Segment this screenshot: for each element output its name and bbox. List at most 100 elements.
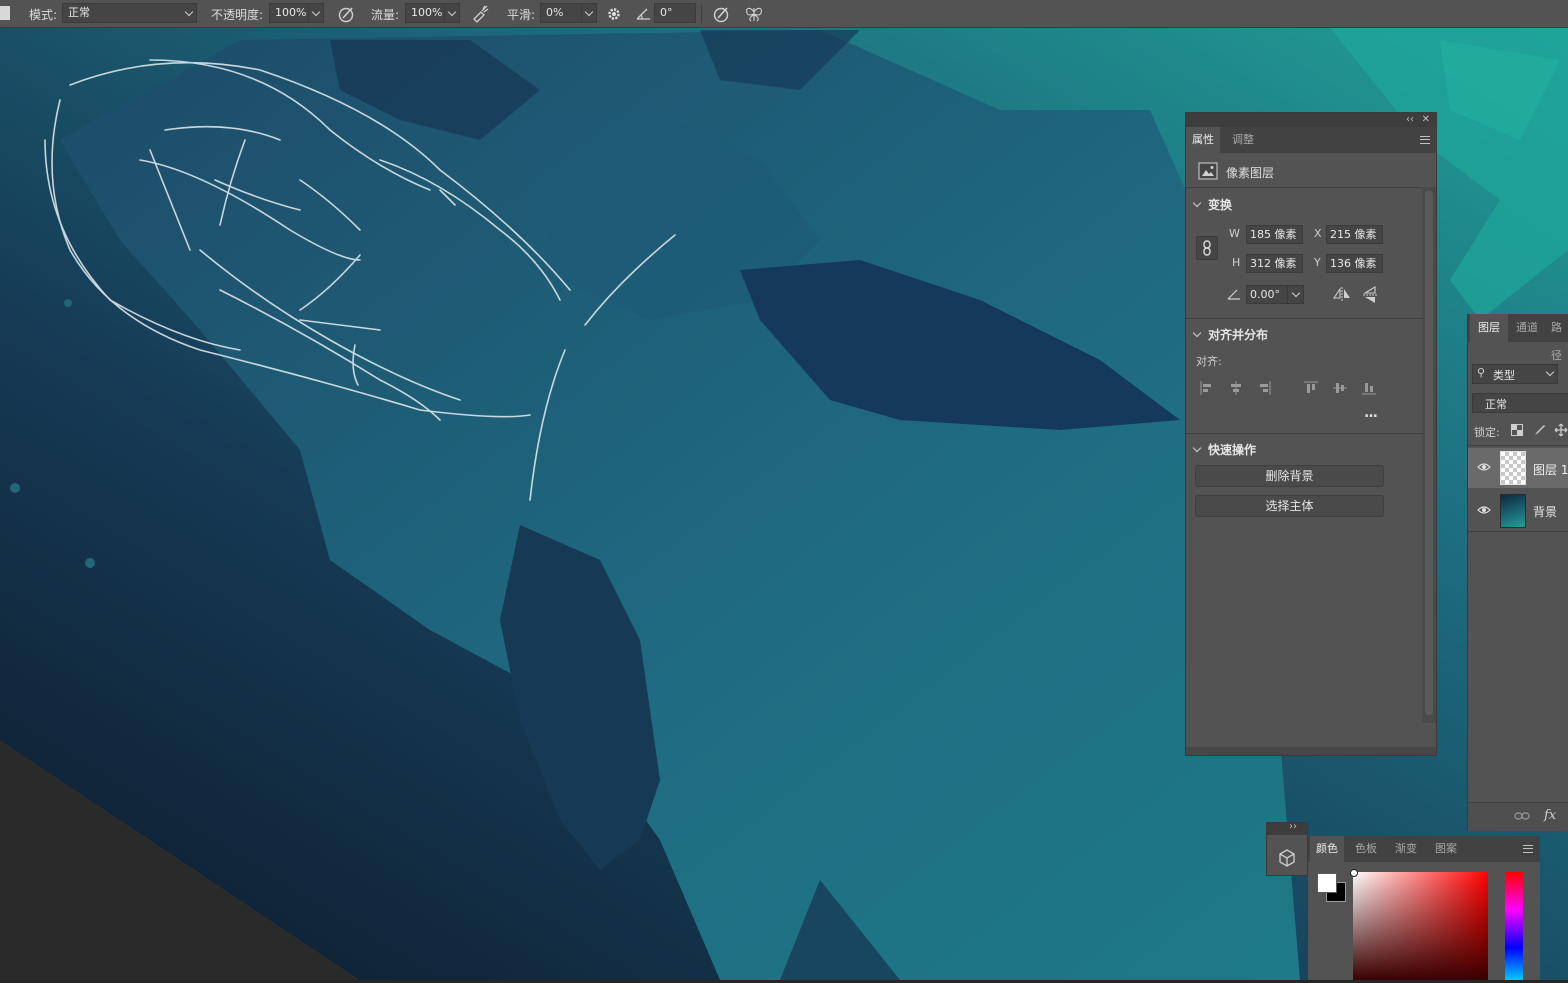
smoothing-value: 0%: [546, 6, 564, 19]
height-input[interactable]: 312 像素: [1246, 254, 1303, 273]
blend-mode-value: 正常: [1485, 398, 1507, 411]
flip-horizontal-icon[interactable]: [1333, 286, 1351, 302]
chevron-down-icon: [584, 7, 594, 17]
mode-value: 正常: [68, 6, 90, 19]
tab-paths[interactable]: 路径: [1545, 314, 1568, 362]
smoothing-input[interactable]: 0%: [540, 3, 582, 23]
panel-menu-icon[interactable]: [1523, 845, 1533, 853]
quick-actions-title: 快速操作: [1208, 443, 1257, 457]
dock-titlebar[interactable]: ››: [1267, 821, 1307, 835]
close-icon[interactable]: ✕: [1422, 113, 1430, 126]
options-bar: 模式: 正常 不透明度: 100% 流量: 100% 平滑: 0% 0°: [0, 0, 1568, 28]
align-vertical-center-icon[interactable]: [1333, 381, 1347, 395]
smoothing-dropdown[interactable]: [581, 3, 597, 23]
properties-panel: ‹‹ ✕ 属性 调整 像素图层 变换 W 185 像素 X 215 像素 H 3…: [1185, 112, 1437, 756]
tab-layers[interactable]: 图层: [1470, 314, 1508, 342]
tab-channels[interactable]: 通道: [1510, 314, 1544, 342]
align-horizontal-center-icon[interactable]: [1229, 381, 1243, 395]
divider: [1468, 531, 1568, 532]
color-tabs: 颜色 色板 渐变 图案: [1308, 836, 1540, 862]
chevron-down-icon: [1192, 198, 1202, 208]
flow-value: 100%: [411, 6, 443, 19]
saturation-brightness-picker[interactable]: [1350, 869, 1488, 980]
link-layers-icon[interactable]: [1514, 811, 1530, 821]
tool-preset-icon[interactable]: [0, 6, 10, 20]
tab-color[interactable]: 颜色: [1310, 836, 1344, 862]
flow-dropdown[interactable]: [444, 3, 460, 23]
foreground-color-swatch[interactable]: [1317, 873, 1337, 893]
layers-tabs: 图层 通道 路径: [1468, 314, 1568, 362]
height-label: H: [1232, 256, 1241, 269]
panel-menu-icon[interactable]: [1420, 136, 1430, 144]
angle-input[interactable]: 0.00°: [1246, 285, 1288, 304]
chevron-down-icon: [1192, 328, 1202, 338]
opacity-dropdown[interactable]: [308, 3, 324, 23]
lock-image-pixels-icon[interactable]: [1533, 423, 1547, 437]
angle-dropdown[interactable]: [1287, 285, 1304, 304]
align-top-icon[interactable]: [1304, 381, 1318, 395]
lock-transparent-pixels-icon[interactable]: [1511, 424, 1523, 436]
properties-scrollbar[interactable]: [1422, 187, 1436, 723]
3d-cube-icon[interactable]: [1277, 848, 1297, 868]
layers-panel: 图层 通道 路径 ⚲ 类型 正常 锁定: 图层 1 背景 fx: [1467, 314, 1568, 831]
symmetry-butterfly-icon[interactable]: [743, 3, 765, 25]
expand-icon[interactable]: ››: [1289, 821, 1297, 832]
eye-icon[interactable]: [1477, 462, 1491, 472]
color-picker-handle[interactable]: [1350, 869, 1358, 877]
align-section-header[interactable]: 对齐并分布: [1192, 326, 1268, 343]
divider: [1186, 433, 1422, 434]
tab-properties[interactable]: 属性: [1186, 127, 1220, 153]
y-label: Y: [1314, 256, 1321, 269]
panel-resize-handle[interactable]: [1186, 747, 1436, 755]
airbrush-icon[interactable]: [469, 3, 491, 25]
hue-slider[interactable]: [1505, 872, 1523, 980]
chevron-down-icon: [1192, 443, 1202, 453]
search-icon: ⚲: [1477, 366, 1486, 379]
x-input[interactable]: 215 像素: [1326, 225, 1383, 244]
opacity-input[interactable]: 100%: [269, 3, 309, 23]
tab-patterns[interactable]: 图案: [1429, 836, 1463, 862]
angle-input[interactable]: 0°: [654, 3, 696, 23]
scrollbar-thumb[interactable]: [1425, 191, 1433, 715]
mode-select[interactable]: 正常: [62, 3, 197, 23]
tab-gradients[interactable]: 渐变: [1389, 836, 1423, 862]
transform-section-header[interactable]: 变换: [1192, 196, 1233, 213]
pressure-opacity-icon[interactable]: [335, 3, 357, 25]
tab-swatches[interactable]: 色板: [1349, 836, 1383, 862]
smoothing-label: 平滑:: [507, 7, 536, 22]
layer-row[interactable]: 背景: [1468, 490, 1568, 530]
lock-label: 锁定:: [1474, 426, 1500, 439]
rotate-angle-icon: [1227, 289, 1240, 300]
pixel-layer-icon: [1198, 162, 1218, 180]
align-bottom-icon[interactable]: [1362, 381, 1376, 395]
layer-row[interactable]: 图层 1: [1468, 448, 1568, 488]
layer-name: 图层 1: [1533, 463, 1568, 477]
flip-vertical-icon[interactable]: [1362, 286, 1378, 304]
align-left-icon[interactable]: [1200, 381, 1214, 395]
align-label: 对齐:: [1196, 355, 1222, 368]
chain-link-icon: [1203, 240, 1211, 256]
select-subject-button[interactable]: 选择主体: [1195, 495, 1384, 517]
blend-mode-select[interactable]: 正常: [1472, 393, 1568, 413]
pressure-size-icon[interactable]: [710, 3, 732, 25]
more-options-button[interactable]: ...: [1364, 405, 1378, 421]
eye-icon[interactable]: [1477, 505, 1491, 515]
link-dimensions-button[interactable]: [1196, 236, 1218, 260]
layer-effects-icon[interactable]: fx: [1544, 808, 1556, 823]
width-input[interactable]: 185 像素: [1246, 225, 1303, 244]
lock-position-icon[interactable]: [1554, 423, 1568, 437]
collapse-icon[interactable]: ‹‹: [1406, 113, 1414, 126]
divider: [1468, 445, 1568, 446]
align-right-icon[interactable]: [1257, 381, 1271, 395]
tab-adjustments[interactable]: 调整: [1226, 127, 1260, 153]
panel-titlebar[interactable]: ‹‹ ✕: [1186, 113, 1436, 127]
collapsed-dock: ››: [1266, 821, 1308, 876]
layer-filter-select[interactable]: ⚲ 类型: [1472, 364, 1558, 384]
flow-input[interactable]: 100%: [405, 3, 445, 23]
y-input[interactable]: 136 像素: [1326, 254, 1383, 273]
quick-actions-section-header[interactable]: 快速操作: [1192, 441, 1257, 458]
transform-title: 变换: [1208, 198, 1233, 212]
chevron-down-icon: [1291, 288, 1301, 298]
remove-background-button[interactable]: 删除背景: [1195, 465, 1384, 487]
gear-icon[interactable]: [603, 3, 625, 25]
